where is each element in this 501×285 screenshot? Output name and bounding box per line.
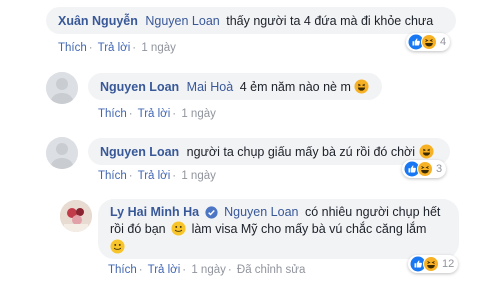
- comment-bubble: Nguyen Loan người ta chụp giấu mấy bà zú…: [88, 138, 450, 165]
- avatar[interactable]: [46, 137, 78, 169]
- avatar[interactable]: [46, 72, 78, 104]
- comment-author[interactable]: Nguyen Loan: [100, 145, 179, 159]
- reaction-count: 3: [436, 163, 443, 175]
- reply-link[interactable]: Trả lời: [138, 170, 171, 182]
- comment-mention[interactable]: Mai Hoà: [187, 80, 234, 94]
- reaction-count: 4: [440, 36, 447, 48]
- comment-2: Nguyen Loan Mai Hoà 4 ẻm năm nào nè m Th…: [0, 62, 501, 130]
- like-link[interactable]: Thích: [98, 170, 127, 182]
- like-link[interactable]: Thích: [108, 264, 137, 276]
- comment-timestamp[interactable]: 1 ngày: [181, 170, 216, 182]
- comment-timestamp[interactable]: 1 ngày: [141, 42, 176, 54]
- comment-timestamp[interactable]: 1 ngày: [191, 264, 226, 276]
- comment-mention[interactable]: Nguyen Loan: [145, 14, 219, 28]
- comment-1: Xuân Nguyễn Nguyen Loan thấy người ta 4 …: [0, 0, 501, 62]
- comment-mention[interactable]: Nguyen Loan: [224, 205, 298, 219]
- comment-text: người ta chụp giấu mấy bà zú rồi đó chời: [186, 145, 416, 159]
- haha-icon: [423, 256, 439, 272]
- comment-actions: Thích · Trả lời · 1 ngày · Đã chỉnh sửa: [108, 264, 306, 276]
- edited-label[interactable]: Đã chỉnh sửa: [237, 264, 305, 276]
- haha-emoji-icon: [354, 79, 369, 94]
- reply-link[interactable]: Trả lời: [138, 108, 171, 120]
- comment-author[interactable]: Xuân Nguyễn: [58, 14, 138, 28]
- comment-timestamp[interactable]: 1 ngày: [181, 108, 216, 120]
- comment-bubble: Xuân Nguyễn Nguyen Loan thấy người ta 4 …: [46, 7, 456, 34]
- comment-bubble: Nguyen Loan Mai Hoà 4 ẻm năm nào nè m: [88, 73, 382, 100]
- like-link[interactable]: Thích: [98, 108, 127, 120]
- comment-text: thấy người ta 4 đứa mà đi khỏe chưa: [226, 14, 434, 28]
- reply-link[interactable]: Trả lời: [148, 264, 181, 276]
- comment-text-line-2a: rồi đó bạn: [110, 222, 166, 236]
- reaction-summary[interactable]: 3: [402, 160, 447, 178]
- smile-emoji-icon: [171, 221, 186, 236]
- smile-emoji-icon: [110, 239, 125, 254]
- comment-bubble: Ly Hai Minh Ha Nguyen Loan có nhiêu ngườ…: [98, 199, 459, 259]
- comment-text-line-2b: làm visa Mỹ cho mấy bà vú chắc căng lắm: [191, 222, 427, 236]
- comment-actions: Thích · Trả lời · 1 ngày: [58, 42, 176, 54]
- comment-text: 4 ẻm năm nào nè m: [239, 80, 351, 94]
- reaction-summary[interactable]: 12: [408, 255, 459, 273]
- reaction-count: 12: [442, 258, 455, 270]
- avatar-photo: [60, 200, 92, 232]
- comment-actions: Thích · Trả lời · 1 ngày: [98, 170, 216, 182]
- comment-author[interactable]: Nguyen Loan: [100, 80, 179, 94]
- avatar[interactable]: [60, 200, 92, 232]
- comment-text-line-1: có nhiêu người chụp hết: [304, 205, 441, 219]
- like-link[interactable]: Thích: [58, 42, 87, 54]
- verified-icon: [205, 206, 218, 219]
- avatar-placeholder: [46, 137, 78, 169]
- comment-actions: Thích · Trả lời · 1 ngày: [98, 108, 216, 120]
- comment-3: Nguyen Loan người ta chụp giấu mấy bà zú…: [0, 130, 501, 192]
- avatar-placeholder: [46, 72, 78, 104]
- reaction-summary[interactable]: 4: [406, 33, 451, 51]
- haha-emoji-icon: [418, 144, 434, 159]
- haha-icon: [417, 161, 433, 177]
- reply-link[interactable]: Trả lời: [98, 42, 131, 54]
- comment-4: Ly Hai Minh Ha Nguyen Loan có nhiêu ngườ…: [0, 192, 501, 285]
- comment-author[interactable]: Ly Hai Minh Ha: [110, 205, 199, 219]
- haha-icon: [421, 34, 437, 50]
